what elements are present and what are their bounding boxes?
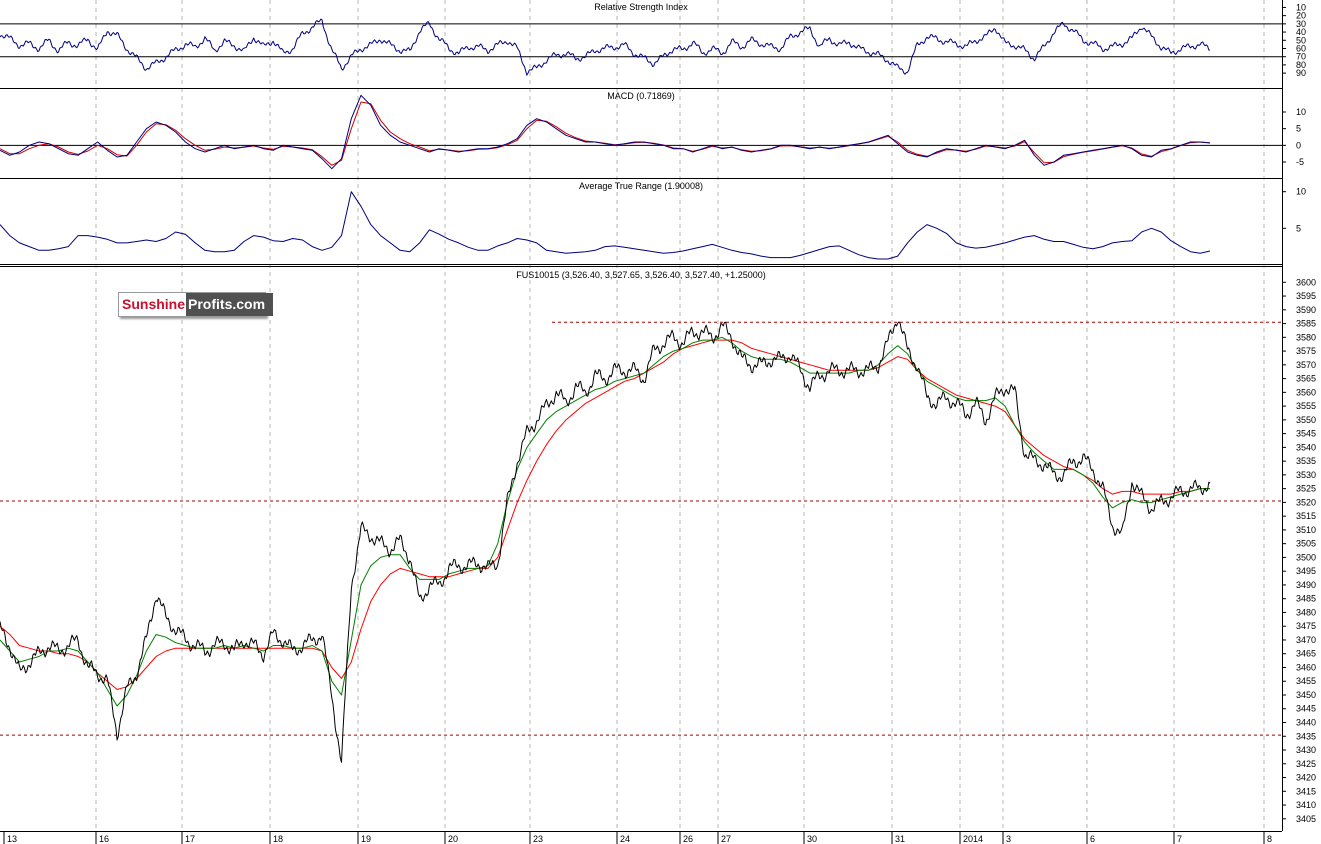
x-tick-label: 16 <box>99 834 109 844</box>
price-y-tick-label: 3475 <box>1296 621 1316 631</box>
macd-title: MACD (0.71869) <box>607 91 675 101</box>
x-tick-label: 23 <box>533 834 543 844</box>
price-y-tick-label: 3555 <box>1296 401 1316 411</box>
x-tick-label: 13 <box>7 834 17 844</box>
stock-chart: Relative Strength Index90807060504030201… <box>0 0 1316 844</box>
price-y-tick-label: 3415 <box>1296 786 1316 796</box>
price-y-tick-label: 3550 <box>1296 415 1316 425</box>
x-tick-label: 30 <box>807 834 817 844</box>
x-tick-label: 31 <box>895 834 905 844</box>
x-tick-label: 27 <box>721 834 731 844</box>
macd-y-tick-label: 10 <box>1296 107 1306 117</box>
rsi-y-tick-label: 10 <box>1296 2 1306 12</box>
price-y-tick-label: 3545 <box>1296 429 1316 439</box>
price-y-tick-label: 3410 <box>1296 800 1316 810</box>
price-y-tick-label: 3600 <box>1296 277 1316 287</box>
logo-part-sunshine: Sunshine <box>119 293 187 316</box>
price-y-tick-label: 3465 <box>1296 649 1316 659</box>
price-y-tick-label: 3520 <box>1296 497 1316 507</box>
price-y-tick-label: 3435 <box>1296 731 1316 741</box>
x-tick-label: 18 <box>273 834 283 844</box>
price-y-tick-label: 3440 <box>1296 718 1316 728</box>
price-y-tick-label: 3490 <box>1296 580 1316 590</box>
x-tick-label: 19 <box>361 834 371 844</box>
price-y-tick-label: 3570 <box>1296 360 1316 370</box>
price-y-tick-label: 3580 <box>1296 332 1316 342</box>
price-title: FUS10015 (3,526.40, 3,527.65, 3,526.40, … <box>516 270 765 280</box>
atr-y-tick-label: 5 <box>1296 223 1301 233</box>
price-y-tick-label: 3515 <box>1296 511 1316 521</box>
price-y-tick-label: 3500 <box>1296 552 1316 562</box>
price-y-tick-label: 3460 <box>1296 662 1316 672</box>
x-tick-label: 20 <box>448 834 458 844</box>
price-y-tick-label: 3445 <box>1296 704 1316 714</box>
price-y-tick-label: 3535 <box>1296 456 1316 466</box>
sunshine-profits-logo: Sunshine Profits.com <box>118 292 274 317</box>
macd-y-tick-label: 5 <box>1296 124 1301 134</box>
price-y-tick-label: 3565 <box>1296 374 1316 384</box>
price-y-tick-label: 3455 <box>1296 676 1316 686</box>
x-tick-label: 7 <box>1177 834 1182 844</box>
price-y-tick-label: 3450 <box>1296 690 1316 700</box>
x-tick-label: 2014 <box>963 834 983 844</box>
price-y-tick-label: 3495 <box>1296 566 1316 576</box>
price-y-tick-label: 3575 <box>1296 346 1316 356</box>
price-y-tick-label: 3505 <box>1296 539 1316 549</box>
x-tick-label: 24 <box>620 834 630 844</box>
price-y-tick-label: 3525 <box>1296 484 1316 494</box>
price-y-tick-label: 3540 <box>1296 442 1316 452</box>
price-y-tick-label: 3590 <box>1296 305 1316 315</box>
x-tick-label: 8 <box>1267 834 1272 844</box>
macd-y-tick-label: 0 <box>1296 140 1301 150</box>
price-y-tick-label: 3405 <box>1296 814 1316 824</box>
price-y-tick-label: 3585 <box>1296 319 1316 329</box>
price-y-tick-label: 3470 <box>1296 635 1316 645</box>
price-y-tick-label: 3480 <box>1296 607 1316 617</box>
price-y-tick-label: 3420 <box>1296 773 1316 783</box>
atr-y-tick-label: 10 <box>1296 187 1306 197</box>
price-y-tick-label: 3430 <box>1296 745 1316 755</box>
atr-title: Average True Range (1.90008) <box>579 181 703 191</box>
price-y-tick-label: 3510 <box>1296 525 1316 535</box>
x-tick-label: 26 <box>683 834 693 844</box>
price-y-tick-label: 3425 <box>1296 759 1316 769</box>
macd-y-tick-label: -5 <box>1296 157 1304 167</box>
price-y-tick-label: 3595 <box>1296 291 1316 301</box>
logo-part-profits: Profits.com <box>186 293 274 316</box>
x-tick-label: 6 <box>1090 834 1095 844</box>
price-y-tick-label: 3530 <box>1296 470 1316 480</box>
x-tick-label: 3 <box>1006 834 1011 844</box>
price-y-tick-label: 3560 <box>1296 387 1316 397</box>
rsi-title: Relative Strength Index <box>594 2 688 12</box>
x-tick-label: 17 <box>185 834 195 844</box>
price-y-tick-label: 3485 <box>1296 594 1316 604</box>
